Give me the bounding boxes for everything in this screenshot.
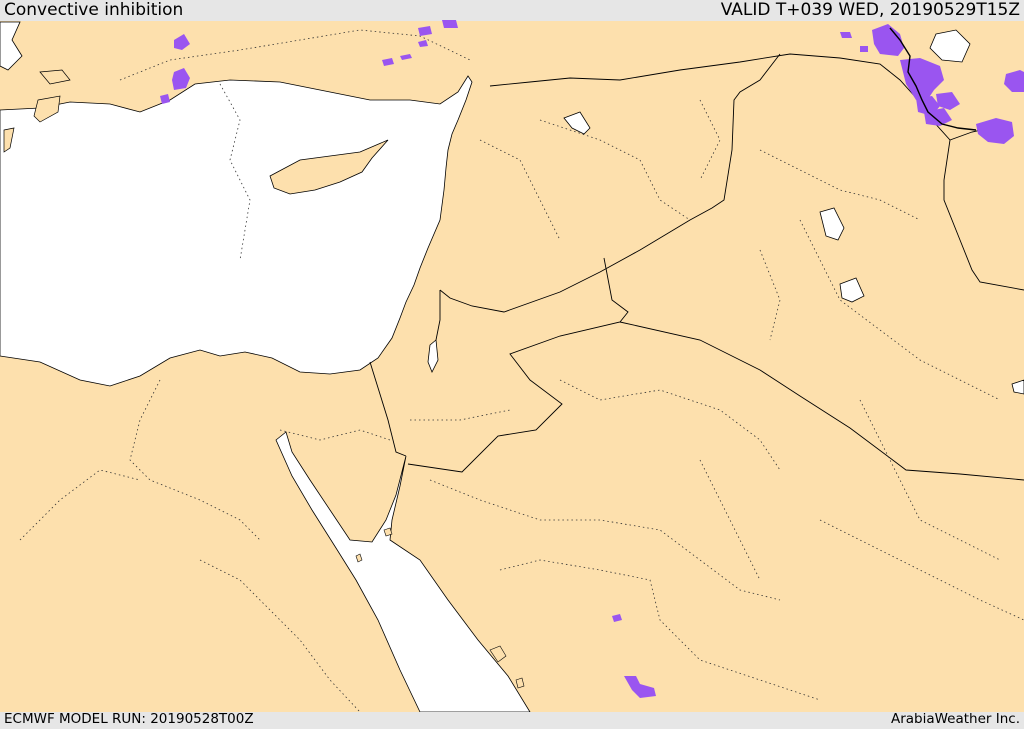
credit-label: ArabiaWeather Inc. [890,710,1020,727]
map-canvas [0,0,1024,729]
cin-area-northeast-8 [840,32,852,38]
valid-time-label: VALID T+039 WED, 20190529T15Z [720,0,1020,20]
map-title: Convective inhibition [4,0,184,20]
cin-area-north-2 [442,20,458,28]
weather-map-view: Convective inhibition VALID T+039 WED, 2… [0,0,1024,729]
model-run-label: ECMWF MODEL RUN: 20190528T00Z [4,710,254,727]
cin-area-northeast-9 [860,46,868,52]
